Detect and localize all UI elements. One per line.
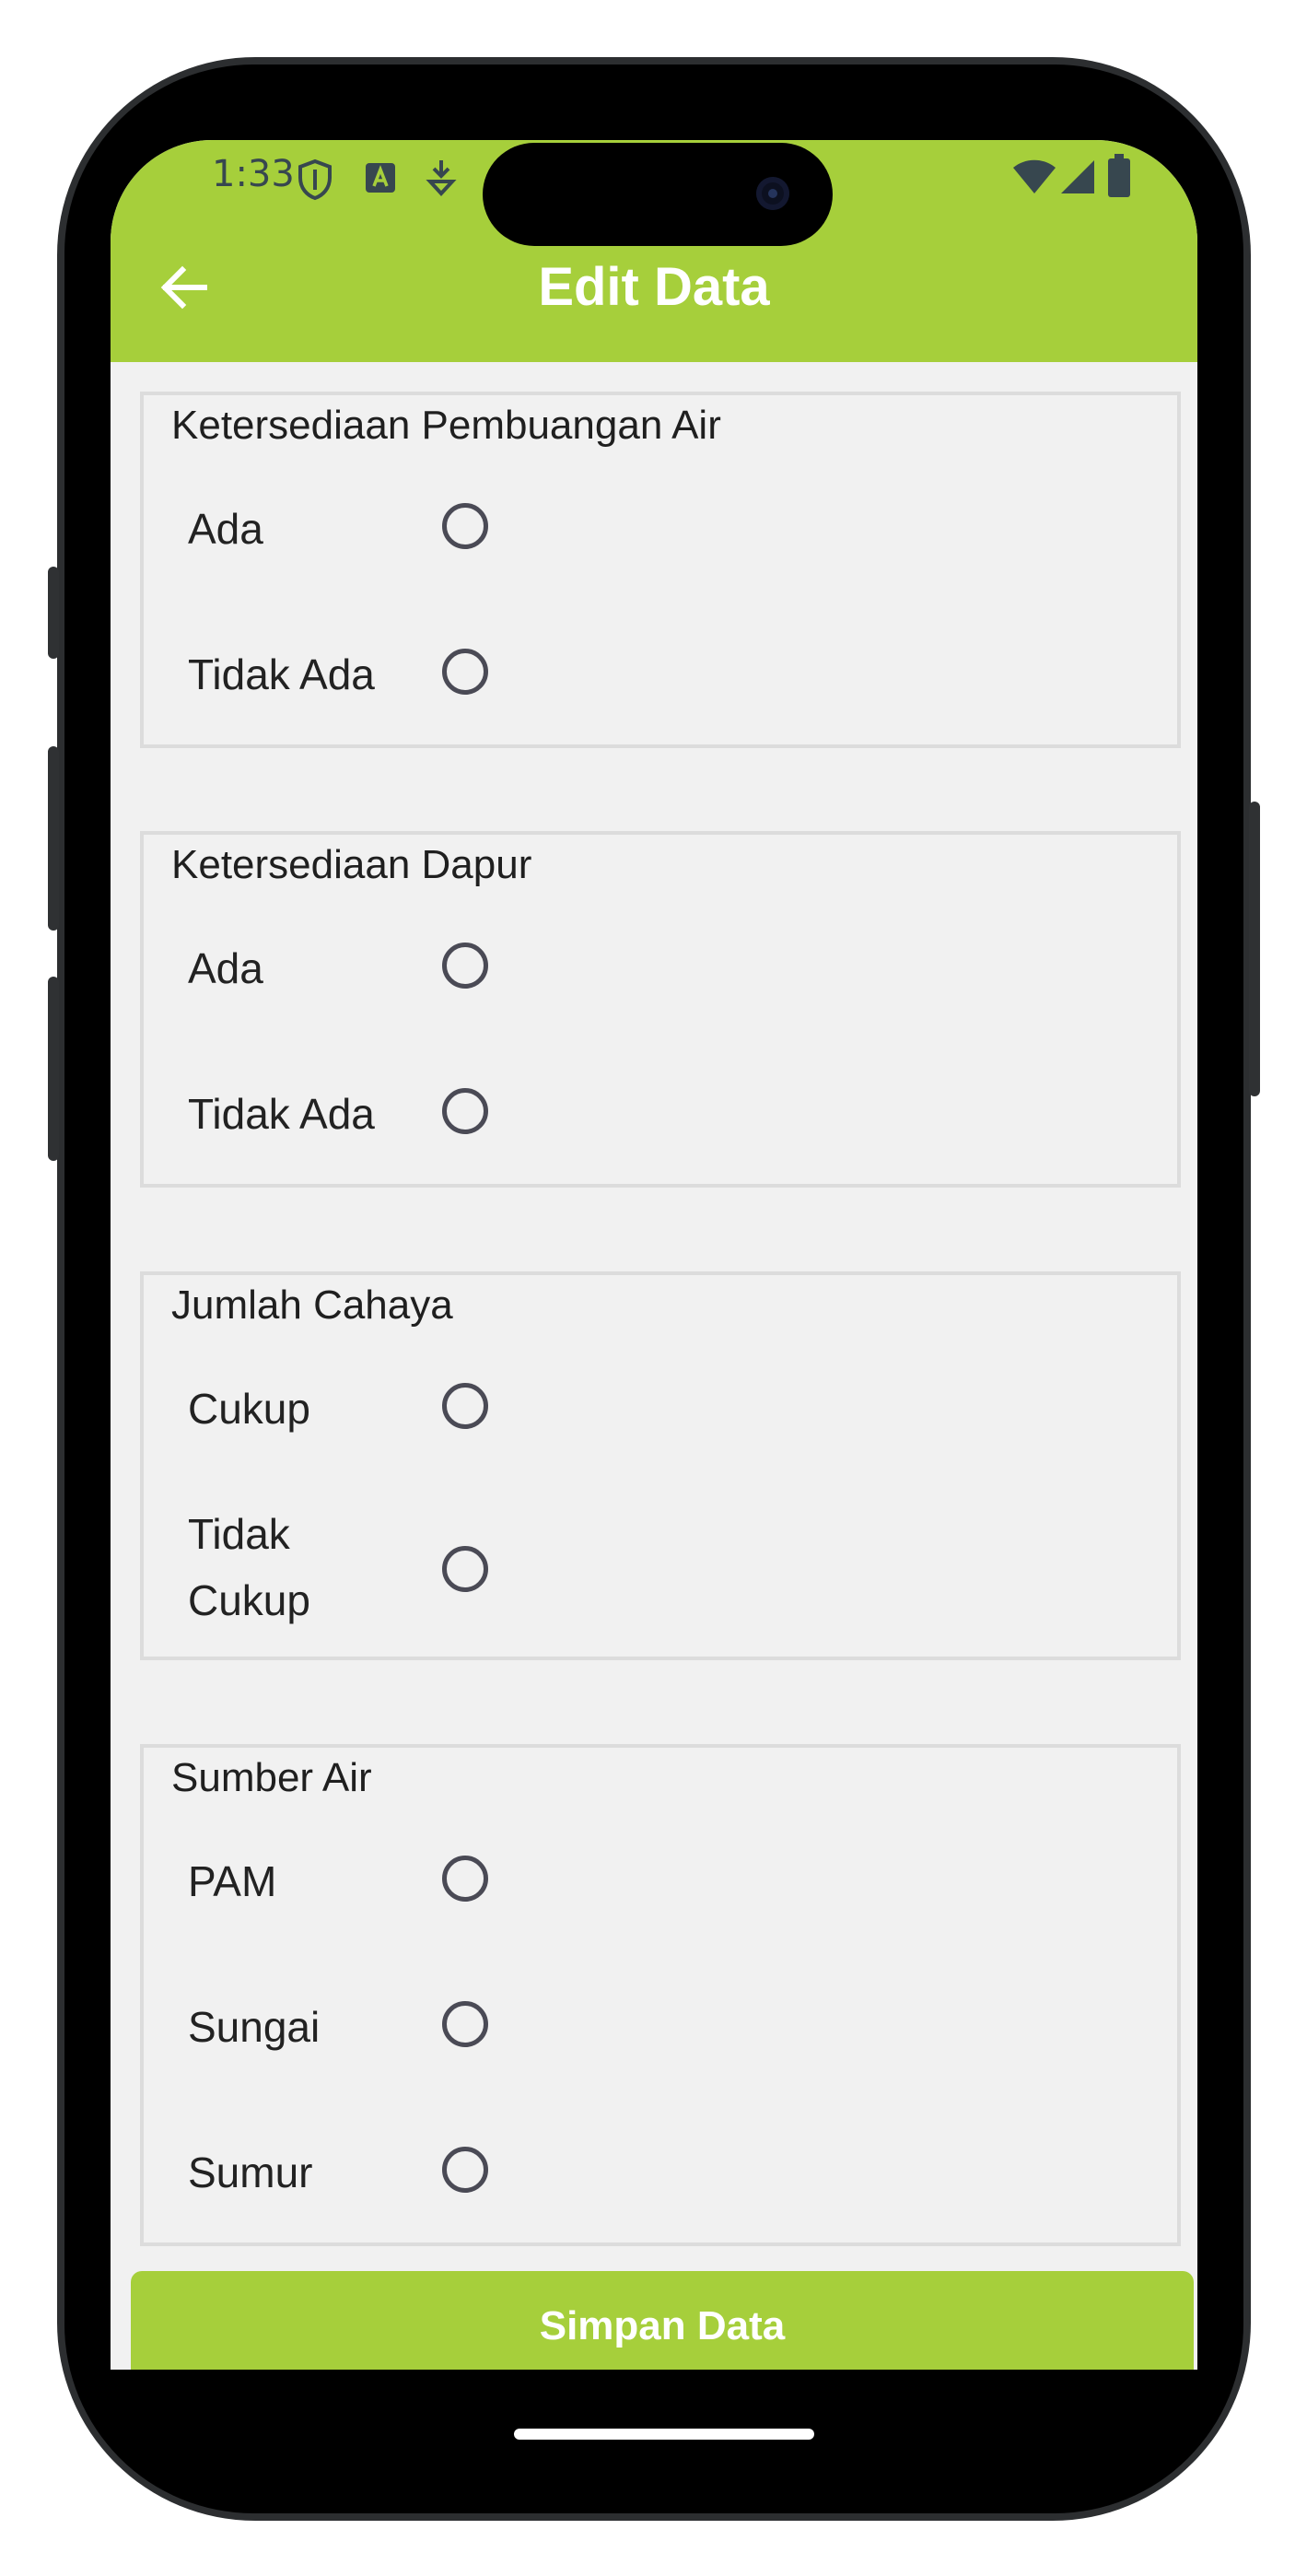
wifi-icon bbox=[1013, 159, 1056, 193]
shield-icon bbox=[298, 158, 332, 201]
group-title: Ketersediaan Pembuangan Air bbox=[171, 403, 721, 448]
font-notification-icon bbox=[366, 163, 395, 193]
front-camera bbox=[756, 177, 789, 210]
group-jumlah-cahaya: Jumlah Cahaya Cukup Tidak Cukup bbox=[140, 1271, 1181, 1660]
group-ketersediaan-dapur: Ketersediaan Dapur Ada Tidak Ada bbox=[140, 831, 1181, 1188]
volume-down-button bbox=[48, 977, 59, 1161]
radio-pembuangan-tidak-ada[interactable] bbox=[442, 649, 488, 695]
home-indicator[interactable] bbox=[514, 2429, 814, 2440]
group-sumber-air: Sumber Air PAM Sungai Sumur bbox=[140, 1744, 1181, 2246]
radio-dapur-ada[interactable] bbox=[442, 943, 488, 989]
option-label: Sumur bbox=[188, 2149, 313, 2196]
group-title: Ketersediaan Dapur bbox=[171, 842, 532, 887]
option-label: Sungai bbox=[188, 2003, 321, 2051]
option-label: Tidak Cukup bbox=[188, 1510, 310, 1624]
page-title: Edit Data bbox=[538, 257, 770, 317]
download-notification-icon bbox=[426, 160, 457, 196]
radio-air-pam[interactable] bbox=[442, 1856, 488, 1902]
option-label: Tidak Ada bbox=[188, 650, 375, 698]
radio-dapur-tidak-ada[interactable] bbox=[442, 1088, 488, 1134]
app-bar: 1:33 Edit Data bbox=[111, 140, 1197, 362]
cellular-signal-icon bbox=[1061, 160, 1094, 193]
volume-up-button bbox=[48, 746, 59, 931]
group-ketersediaan-pembuangan-air: Ketersediaan Pembuangan Air Ada Tidak Ad… bbox=[140, 392, 1181, 748]
option-label: Ada bbox=[188, 944, 263, 992]
radio-cahaya-tidak-cukup[interactable] bbox=[442, 1546, 488, 1592]
radio-air-sumur[interactable] bbox=[442, 2147, 488, 2193]
group-title: Jumlah Cahaya bbox=[171, 1282, 453, 1328]
option-label: Cukup bbox=[188, 1385, 310, 1433]
option-label: Ada bbox=[188, 505, 263, 553]
status-time: 1:33 bbox=[212, 153, 295, 195]
save-data-button[interactable]: Simpan Data bbox=[131, 2271, 1194, 2370]
system-navigation-bar bbox=[111, 2400, 1197, 2511]
radio-cahaya-cukup[interactable] bbox=[442, 1383, 488, 1429]
dynamic-island bbox=[483, 143, 833, 246]
app-screen: 1:33 Edit Data Ketersediaan Pembuangan A… bbox=[111, 140, 1197, 2370]
power-button bbox=[1249, 802, 1260, 1096]
option-label: PAM bbox=[188, 1857, 277, 1905]
option-label: Tidak Ada bbox=[188, 1090, 375, 1138]
battery-icon bbox=[1108, 154, 1130, 197]
radio-air-sungai[interactable] bbox=[442, 2001, 488, 2047]
group-title: Sumber Air bbox=[171, 1755, 372, 1800]
radio-pembuangan-ada[interactable] bbox=[442, 503, 488, 549]
action-button bbox=[48, 567, 59, 659]
